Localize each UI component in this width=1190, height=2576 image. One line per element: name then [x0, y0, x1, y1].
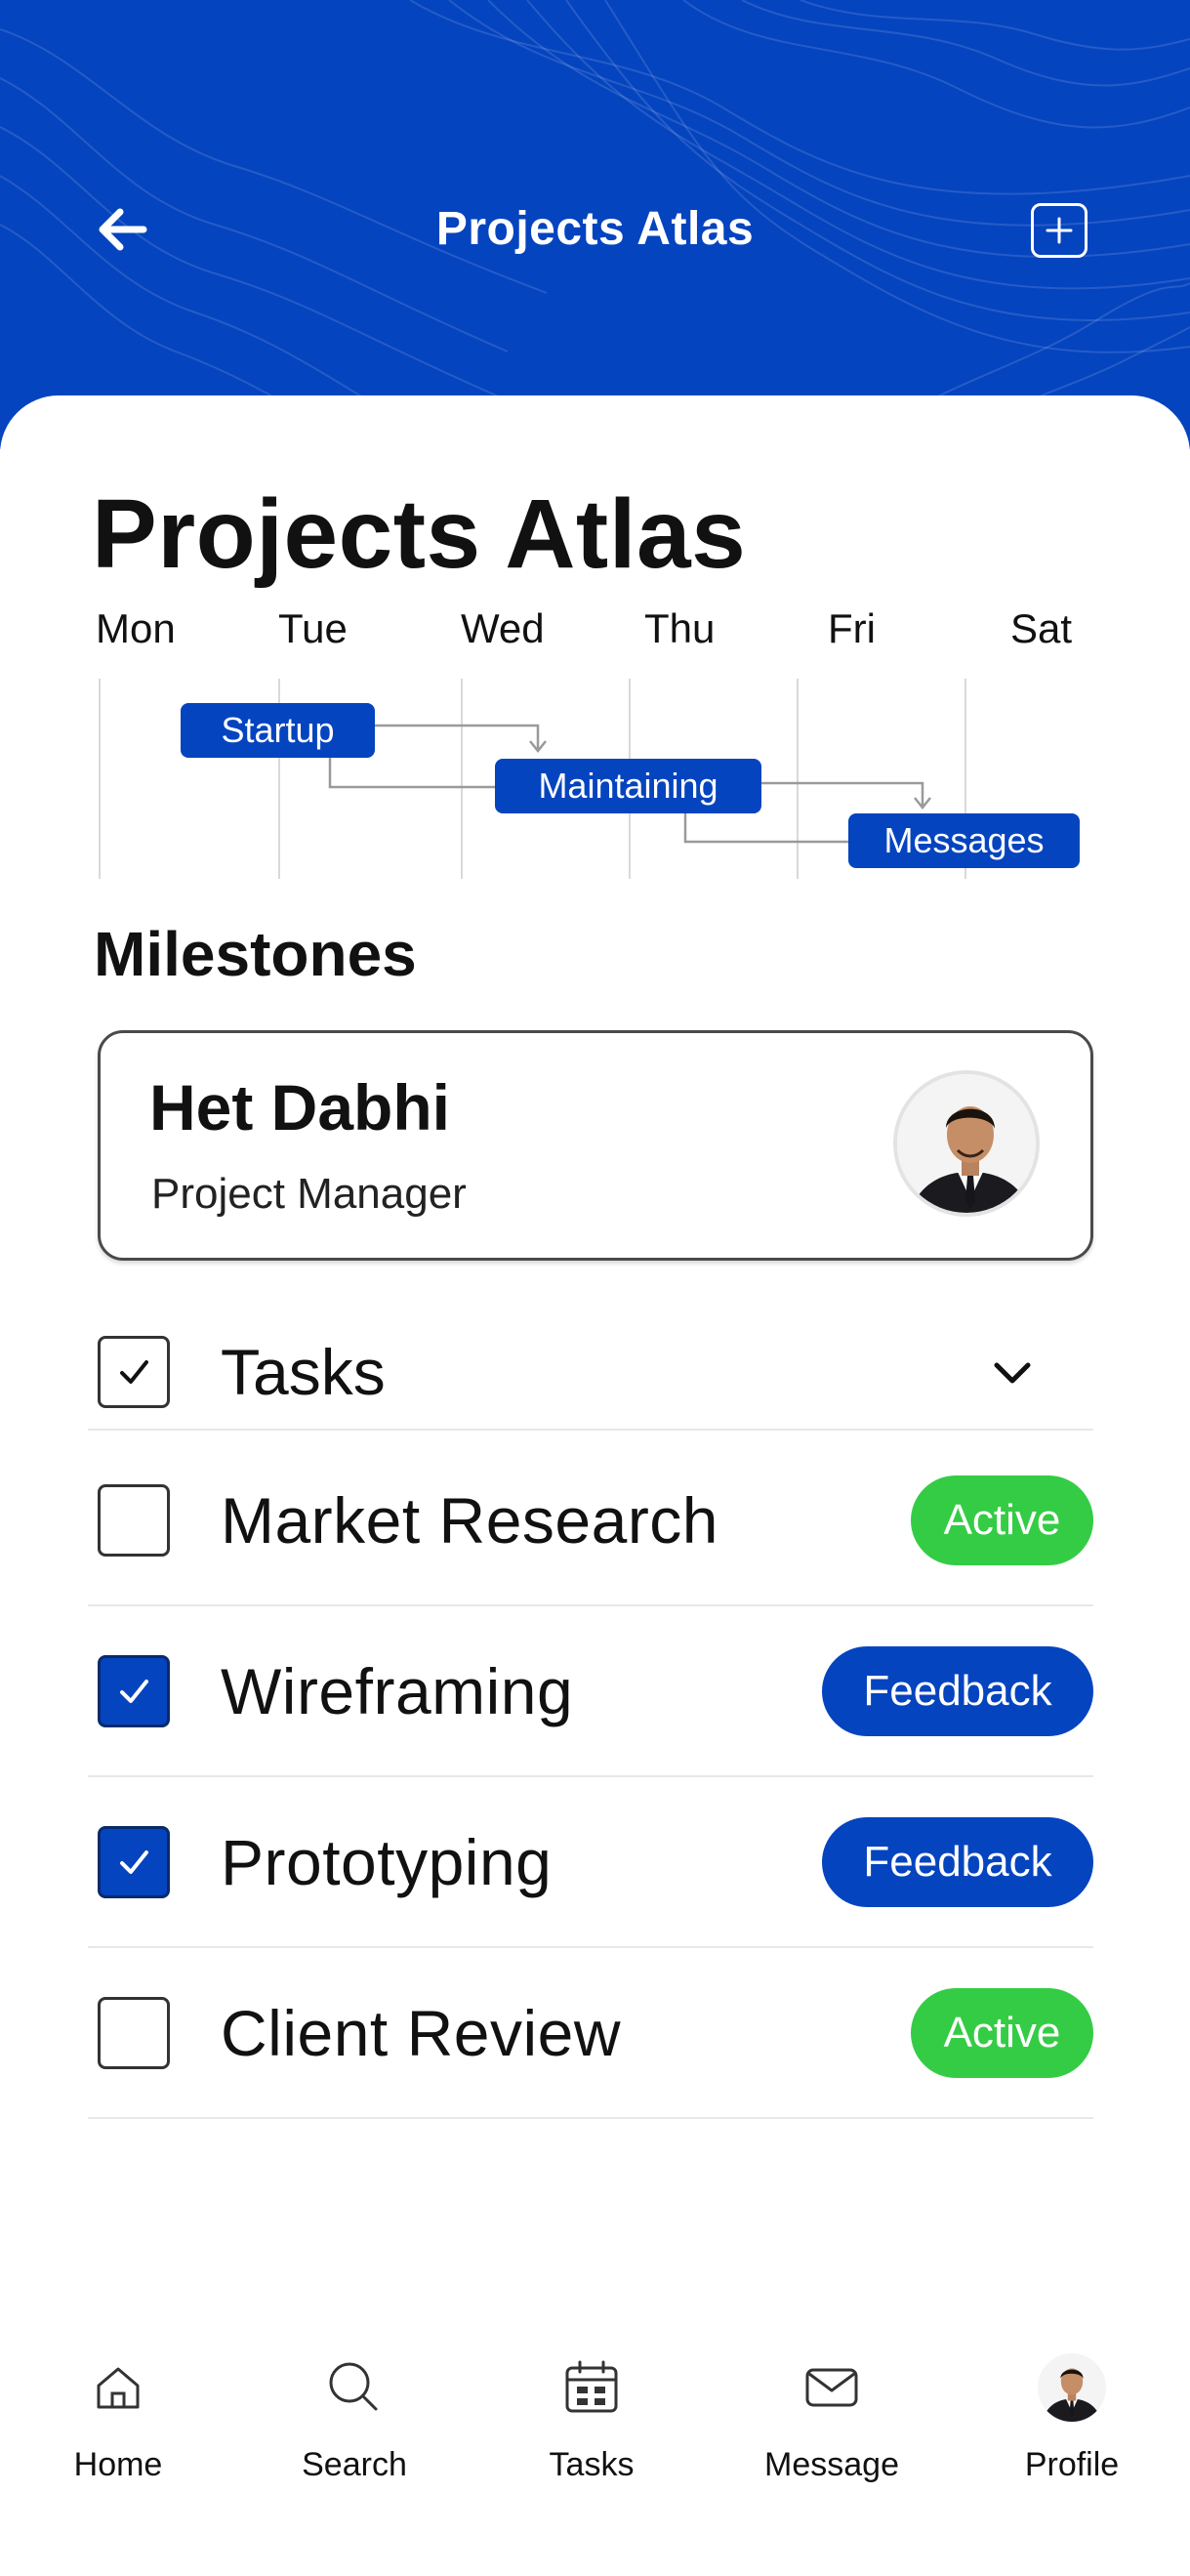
timeline-days: Mon Tue Wed Thu Fri Sat — [0, 605, 1190, 664]
task-name: Client Review — [221, 1997, 621, 2069]
manager-name: Het Dabhi — [149, 1071, 451, 1143]
task-row[interactable]: Wireframing Feedback — [88, 1606, 1093, 1777]
header-title: Projects Atlas — [435, 203, 755, 255]
check-icon — [120, 1360, 148, 1384]
calendar-icon — [557, 2353, 626, 2422]
status-badge-active[interactable]: Active — [911, 1475, 1093, 1565]
day-label: Mon — [96, 605, 176, 651]
milestones-title: Milestones — [94, 919, 417, 989]
add-button[interactable] — [1031, 203, 1087, 258]
task-row[interactable]: Client Review Active — [88, 1948, 1093, 2119]
tasks-header: Tasks — [88, 1313, 1093, 1431]
chevron-down-icon — [994, 1362, 1031, 1384]
nav-message[interactable]: Message — [734, 2324, 929, 2500]
avatar-portrait — [897, 1074, 1036, 1213]
task-row[interactable]: Market Research Active — [88, 1435, 1093, 1606]
task-checkbox[interactable] — [98, 1655, 170, 1727]
timeline-phase-maintaining[interactable]: Maintaining — [495, 759, 761, 813]
task-checkbox[interactable] — [98, 1484, 170, 1557]
timeline-phase-messages[interactable]: Messages — [848, 813, 1080, 868]
nav-label: Profile — [1024, 2446, 1120, 2483]
timeline-phase-startup[interactable]: Startup — [181, 703, 375, 758]
header-bar: Projects Atlas — [0, 186, 1190, 273]
nav-label: Home — [73, 2446, 163, 2483]
nav-home[interactable]: Home — [21, 2324, 216, 2500]
nav-label: Message — [764, 2446, 899, 2483]
tasks-label: Tasks — [221, 1336, 386, 1408]
home-icon — [84, 2353, 152, 2422]
nav-search[interactable]: Search — [257, 2324, 452, 2500]
page-title: Projects Atlas — [92, 479, 747, 589]
timeline-chart: Startup Maintaining Messages — [0, 679, 1190, 879]
status-badge-feedback[interactable]: Feedback — [822, 1646, 1093, 1736]
tasks-select-all-checkbox[interactable] — [98, 1336, 170, 1408]
task-name: Prototyping — [221, 1826, 553, 1898]
header: Projects Atlas — [0, 0, 1190, 449]
day-label: Tue — [278, 605, 348, 651]
nav-label: Tasks — [549, 2446, 635, 2483]
nav-profile[interactable]: Profile — [974, 2324, 1169, 2500]
tasks-expand-button[interactable] — [981, 1341, 1044, 1403]
status-badge-feedback[interactable]: Feedback — [822, 1817, 1093, 1907]
nav-tasks[interactable]: Tasks — [494, 2324, 689, 2500]
day-label: Thu — [644, 605, 716, 651]
app-screen: Projects Atlas Projects Atlas Mon Tue We… — [0, 0, 1190, 2576]
day-label: Sat — [1010, 605, 1073, 651]
bottom-nav: Home Search Tasks Message Profile — [0, 2324, 1190, 2519]
manager-card[interactable]: Het Dabhi Project Manager — [98, 1030, 1093, 1261]
task-name: Wireframing — [221, 1655, 574, 1727]
nav-label: Search — [302, 2446, 407, 2483]
avatar — [1038, 2353, 1106, 2422]
day-label: Fri — [828, 605, 876, 651]
task-name: Market Research — [221, 1484, 719, 1557]
manager-role: Project Manager — [151, 1170, 467, 1218]
search-icon — [320, 2353, 389, 2422]
status-badge-active[interactable]: Active — [911, 1988, 1093, 2078]
check-icon — [120, 1850, 148, 1874]
mail-icon — [798, 2353, 866, 2422]
content-card: Projects Atlas Mon Tue Wed Thu Fri Sat S… — [0, 395, 1190, 2576]
task-checkbox[interactable] — [98, 1826, 170, 1898]
task-row[interactable]: Prototyping Feedback — [88, 1777, 1093, 1948]
avatar — [893, 1070, 1040, 1217]
day-label: Wed — [461, 605, 545, 651]
plus-square-icon — [1046, 217, 1073, 244]
check-icon — [120, 1680, 148, 1703]
task-checkbox[interactable] — [98, 1997, 170, 2069]
